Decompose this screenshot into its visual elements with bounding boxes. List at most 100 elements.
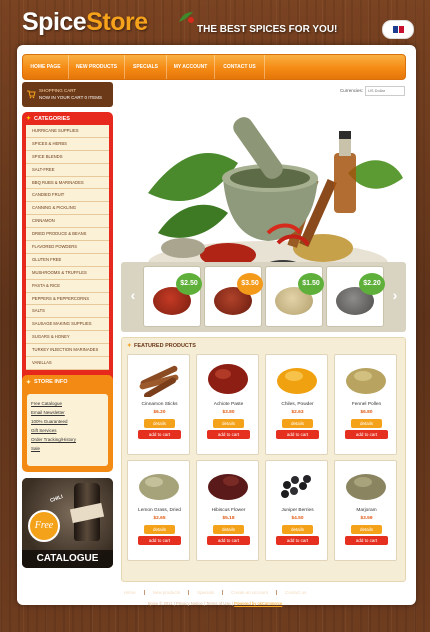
details-button[interactable]: details [144,525,175,534]
product-name[interactable]: Juniper Berries [266,508,329,513]
marjoram-image [346,474,386,500]
product-price: $2.65 [153,516,166,521]
add-to-cart-button[interactable]: add to cart [276,536,319,545]
details-button[interactable]: details [213,419,244,428]
product-card[interactable]: Cinnamon Sticks $6.20 details add to car… [127,354,190,455]
details-button[interactable]: details [282,525,313,534]
footer-link-specials[interactable]: Specials [189,590,224,595]
category-item[interactable]: SALTS [26,305,109,319]
product-name[interactable]: Cinnamon Sticks [128,402,191,407]
logo[interactable]: SpiceStore [22,10,148,35]
category-item[interactable]: BBQ RUBS & MARINADES [26,176,109,190]
category-item[interactable]: SAUSAGE MAKING SUPPLIES [26,318,109,332]
page-container: HOME PAGE NEW PRODUCTS SPECIALS MY ACCOU… [17,45,416,605]
cart-title: SHOPPING CART [39,88,77,93]
slider-item[interactable]: $1.50 [265,266,324,327]
product-card[interactable]: Juniper Berries $4.50 details add to car… [265,460,328,561]
category-item[interactable]: VANILLAS [26,357,109,370]
chevron-left-icon[interactable]: ‹ [125,284,141,308]
product-card[interactable]: Achiote Paste $3.80 details add to cart [196,354,259,455]
store-info-link[interactable]: Gift Services [31,426,104,435]
footer: Home New products Specials Create an accoun… [0,585,430,615]
category-item[interactable]: HURRICANE SUPPLIES [26,125,109,138]
price-badge: $3.50 [237,273,263,295]
footer-link-create-account[interactable]: Create an account [223,590,277,595]
add-to-cart-button[interactable]: add to cart [345,536,388,545]
details-button[interactable]: details [351,525,382,534]
footer-link-new-products[interactable]: New products [145,590,190,595]
category-item[interactable]: SALT-FREE [26,163,109,177]
nav-my-account[interactable]: MY ACCOUNT [167,55,215,79]
product-card[interactable]: Marjoram $3.59 details add to cart [334,460,397,561]
add-to-cart-button[interactable]: add to cart [207,430,250,439]
free-catalogue-banner[interactable]: CHILI Free CATALOGUE [22,478,113,568]
add-to-cart-button[interactable]: add to cart [345,430,388,439]
add-to-cart-button[interactable]: add to cart [138,536,181,545]
achiote-paste-image [208,364,248,394]
product-name[interactable]: Chiles, Powder [266,402,329,407]
product-card[interactable]: Lemon Grass, Dried $2.65 details add to … [127,460,190,561]
store-info-link[interactable]: Sale [31,444,104,453]
add-to-cart-button[interactable]: add to cart [207,536,250,545]
store-info-link[interactable]: Email Newsletter [31,408,104,417]
chili-leaf-icon [179,12,194,23]
product-price: $5.18 [222,516,235,521]
product-name[interactable]: Marjoram [335,508,398,513]
category-item[interactable]: PEPPERS & PEPPERCORNS [26,292,109,306]
category-item[interactable]: SUGARS & HONEY [26,331,109,345]
nav-home[interactable]: HOME PAGE [23,55,69,79]
star-icon: ✦ [26,380,32,386]
privacy-link[interactable]: Privacy Notice [176,601,203,606]
product-name[interactable]: Fennel Pollen [335,402,398,407]
category-item[interactable]: MUSHROOMS & TRUFFLES [26,266,109,280]
product-name[interactable]: Achiote Paste [197,402,260,407]
add-to-cart-button[interactable]: add to cart [138,430,181,439]
category-item[interactable]: SPICE BLENDS [26,150,109,164]
shopping-cart-box[interactable]: SHOPPING CART NOW IN YOUR CART 0 ITEMS [22,82,113,107]
add-to-cart-button[interactable]: add to cart [276,430,319,439]
terms-link[interactable]: Terms of Use [206,601,231,606]
footer-link-home[interactable]: Home [116,590,145,595]
category-item[interactable]: TURKEY INJECTION MARINADES [26,344,109,358]
store-info-link[interactable]: Order Tracking/History [31,435,104,444]
juniper-berries-image [281,475,311,498]
category-item[interactable]: DRIED PRODUCE & BEANS [26,228,109,242]
product-card[interactable]: Chiles, Powder $2.63 details add to cart [265,354,328,455]
powered-by-link[interactable]: Powered by osCommerce [234,601,282,606]
slider-item[interactable]: $3.50 [204,266,263,327]
chevron-right-icon[interactable]: › [387,284,403,308]
categories-heading: ✦ CATEGORIES [22,112,113,126]
logo-text-spice: Spice [22,8,87,36]
catalogue-caption: CATALOGUE [22,550,113,568]
category-item[interactable]: CANNING & PICKLING [26,202,109,216]
product-price: $2.63 [291,410,304,415]
details-button[interactable]: details [144,419,175,428]
details-button[interactable]: details [282,419,313,428]
category-item[interactable]: GLUTEN FREE [26,253,109,267]
store-info-link[interactable]: 100% Guaranteed [31,417,104,426]
header: SpiceStore THE BEST SPICES FOR YOU! [0,0,430,50]
product-name[interactable]: Hibiscus Flower [197,508,260,513]
footer-link-contact[interactable]: Contact us [277,590,315,595]
price-badge: $2.50 [176,273,202,295]
language-button[interactable] [382,20,414,39]
slider-item[interactable]: $2.50 [143,266,202,327]
category-item[interactable]: PASTA & RICE [26,279,109,293]
nav-specials[interactable]: SPECIALS [125,55,167,79]
category-item[interactable]: CANDIED FRUIT [26,189,109,203]
details-button[interactable]: details [213,525,244,534]
product-slider: ‹ $2.50 $3.50 $1.50 $2.20 › [121,262,406,332]
product-price: $6.20 [153,410,166,415]
slider-item[interactable]: $2.20 [326,266,385,327]
product-card[interactable]: Fennel Pollen $6.80 details add to cart [334,354,397,455]
product-card[interactable]: Hibiscus Flower $5.18 details add to car… [196,460,259,561]
store-info-link[interactable]: Free Catalogue [31,399,104,408]
product-price: $3.59 [360,516,373,521]
nav-new-products[interactable]: NEW PRODUCTS [69,55,125,79]
nav-contact-us[interactable]: CONTACT US [215,55,265,79]
category-item[interactable]: FLAVORED POWDERS [26,241,109,254]
details-button[interactable]: details [351,419,382,428]
product-name[interactable]: Lemon Grass, Dried [128,508,191,513]
category-item[interactable]: SPICES & HERBS [26,137,109,151]
category-item[interactable]: CINNAMON [26,215,109,229]
